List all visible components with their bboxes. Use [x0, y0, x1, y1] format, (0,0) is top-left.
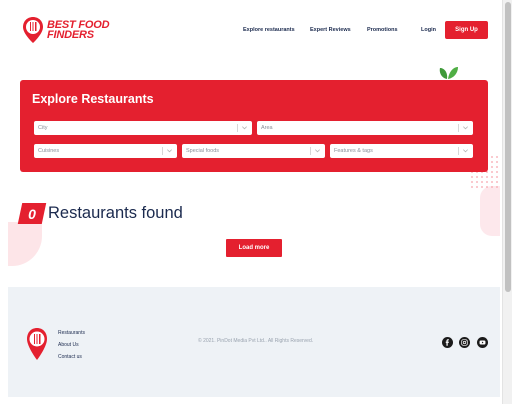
select-divider — [162, 147, 163, 155]
chevron-down-icon — [167, 149, 172, 153]
copyright-text: © 2021. PinDot Media Pvt Ltd.. All Right… — [198, 338, 314, 344]
decorative-blob-right — [480, 186, 500, 236]
brand-logo[interactable]: BEST FOOD FINDERS — [22, 16, 110, 44]
nav-promotions[interactable]: Promotions — [367, 27, 398, 33]
nav-explore-restaurants[interactable]: Explore restaurants — [243, 27, 295, 33]
select-divider — [310, 147, 311, 155]
logo-text: BEST FOOD FINDERS — [47, 20, 110, 41]
login-link[interactable]: Login — [421, 27, 436, 33]
city-placeholder: City — [38, 125, 48, 131]
instagram-glyph — [461, 339, 468, 346]
footer: Restaurants About Us Contact us © 2021. … — [8, 287, 500, 397]
facebook-icon[interactable] — [442, 337, 453, 348]
footer-link-about[interactable]: About Us — [58, 342, 79, 348]
results-count: 0 — [28, 205, 36, 222]
area-select[interactable]: Area — [257, 121, 473, 135]
location-pin-icon — [23, 17, 43, 43]
features-tags-placeholder: Features & tags — [334, 148, 373, 154]
cuisines-select[interactable]: Cuisines — [34, 144, 177, 158]
chevron-down-icon — [242, 126, 247, 130]
load-more-button[interactable]: Load more — [226, 239, 282, 257]
chevron-down-icon — [315, 149, 320, 153]
results-found-label: Restaurants found — [48, 204, 183, 222]
explore-card: Explore Restaurants City Area Cuisines S… — [20, 80, 488, 172]
decorative-blob-left — [8, 222, 42, 266]
special-foods-select[interactable]: Special foods — [182, 144, 325, 158]
chevron-down-icon — [463, 149, 468, 153]
logo-line-2: FINDERS — [47, 29, 94, 41]
youtube-icon[interactable] — [477, 337, 488, 348]
chevron-down-icon — [463, 126, 468, 130]
page-scrollbar[interactable] — [502, 0, 512, 404]
instagram-icon[interactable] — [459, 337, 470, 348]
footer-logo-icon[interactable] — [26, 327, 48, 361]
select-divider — [458, 124, 459, 132]
footer-link-contact[interactable]: Contact us — [58, 354, 82, 360]
special-foods-placeholder: Special foods — [186, 148, 220, 154]
leaf-icon — [439, 67, 458, 79]
area-placeholder: Area — [261, 125, 273, 131]
nav-expert-reviews[interactable]: Expert Reviews — [310, 27, 351, 33]
features-tags-select[interactable]: Features & tags — [330, 144, 473, 158]
cuisines-placeholder: Cuisines — [38, 148, 60, 154]
city-select[interactable]: City — [34, 121, 252, 135]
select-divider — [458, 147, 459, 155]
facebook-glyph — [445, 339, 449, 346]
scrollbar-thumb[interactable] — [505, 2, 511, 292]
select-divider — [237, 124, 238, 132]
explore-title: Explore Restaurants — [32, 92, 154, 106]
footer-link-restaurants[interactable]: Restaurants — [58, 330, 85, 336]
signup-button[interactable]: Sign Up — [445, 21, 488, 39]
youtube-glyph — [479, 340, 486, 345]
